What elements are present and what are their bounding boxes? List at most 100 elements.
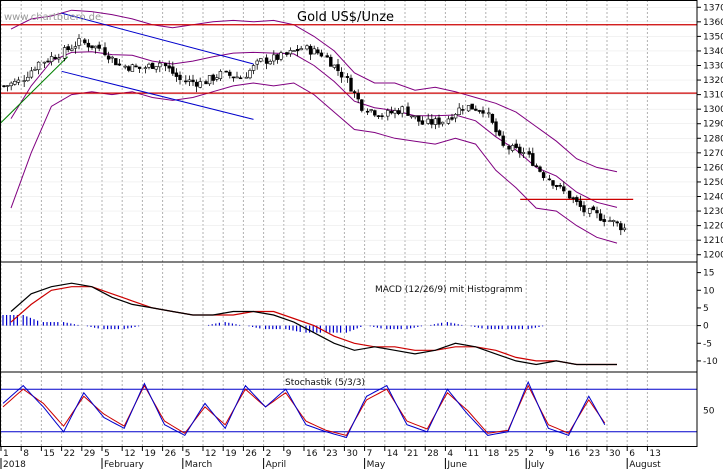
candle-body xyxy=(457,107,461,115)
x-tick-label: 16 xyxy=(569,449,581,459)
candle-body xyxy=(329,56,333,67)
candle-body xyxy=(339,71,344,78)
candle-body xyxy=(360,99,364,111)
candle-body xyxy=(26,76,30,82)
candle-body xyxy=(272,54,276,62)
candle-body xyxy=(554,185,559,187)
bollinger-lower xyxy=(10,82,618,244)
candle-body xyxy=(5,85,10,87)
candle-body xyxy=(558,185,562,187)
month-label: March xyxy=(185,460,212,469)
candle-body xyxy=(215,77,219,80)
x-tick-label: 28 xyxy=(427,449,439,459)
candle-body xyxy=(409,115,414,118)
candle-body xyxy=(406,106,410,116)
x-tick-label: 25 xyxy=(508,449,519,459)
candle-body xyxy=(571,197,575,199)
candle-body xyxy=(268,61,272,65)
candle-body xyxy=(29,70,34,78)
candle-body xyxy=(312,48,316,55)
macd-tick-label: -5 xyxy=(703,339,712,349)
candle-body xyxy=(373,110,377,116)
candle-body xyxy=(437,117,441,125)
candle-body xyxy=(275,54,280,60)
candle-body xyxy=(352,91,357,93)
candle-body xyxy=(547,178,552,181)
candle-body xyxy=(527,151,531,155)
macd-label: MACD (12/26/9) mit Histogramm xyxy=(375,285,523,295)
candle-body xyxy=(207,75,212,85)
candle-body xyxy=(420,120,425,125)
price-tick-label: 1280 xyxy=(703,134,723,144)
candle-body xyxy=(46,60,50,63)
x-tick-label: 2 xyxy=(266,449,272,459)
candle-body xyxy=(396,110,401,115)
price-tick-label: 1320 xyxy=(703,76,723,86)
chart-svg: 1200121012201230124012501260127012801290… xyxy=(0,0,723,469)
x-tick-label: 12 xyxy=(124,449,135,459)
candle-body xyxy=(531,153,535,166)
price-tick-label: 1200 xyxy=(703,251,723,261)
price-tick-label: 1240 xyxy=(703,193,723,203)
candle-body xyxy=(453,114,458,119)
x-tick-label: 23 xyxy=(326,449,337,459)
candle-body xyxy=(77,38,81,46)
macd-tick-label: 5 xyxy=(703,304,709,314)
candle-body xyxy=(611,220,616,222)
month-label: August xyxy=(629,460,661,469)
candle-body xyxy=(171,66,175,74)
x-tick-label: 4 xyxy=(447,449,453,459)
candle-body xyxy=(154,66,158,70)
candle-body xyxy=(622,227,627,231)
candle-body xyxy=(259,58,263,62)
candle-body xyxy=(369,109,373,111)
uptrend-line xyxy=(0,56,69,125)
price-tick-label: 1270 xyxy=(703,149,723,159)
candle-body xyxy=(224,70,228,73)
x-tick-label: 26 xyxy=(165,449,177,459)
candle-body xyxy=(235,76,239,79)
candle-body xyxy=(430,119,434,125)
x-tick-label: 15 xyxy=(43,449,54,459)
candle-body xyxy=(228,71,232,76)
price-tick-label: 1310 xyxy=(703,91,723,101)
candle-body xyxy=(187,79,192,82)
candle-body xyxy=(130,64,135,72)
candle-body xyxy=(567,190,572,199)
macd-tick-label: 0 xyxy=(703,322,709,332)
candle-body xyxy=(238,77,243,80)
candle-body xyxy=(490,113,495,123)
x-tick-label: 11 xyxy=(468,449,479,459)
stoch-tick-label: 50 xyxy=(703,407,715,417)
candle-body xyxy=(191,79,195,83)
x-tick-label: 6 xyxy=(629,449,635,459)
candle-body xyxy=(53,56,57,60)
candle-body xyxy=(2,85,6,88)
candle-body xyxy=(389,110,394,114)
candle-body xyxy=(231,76,236,79)
candle-body xyxy=(57,57,61,60)
candle-body xyxy=(562,186,566,192)
candle-body xyxy=(588,208,592,214)
candle-body xyxy=(534,165,539,168)
price-tick-label: 1290 xyxy=(703,120,723,130)
x-tick-label: 19 xyxy=(144,449,156,459)
price-tick-label: 1350 xyxy=(703,32,723,42)
candle-body xyxy=(413,115,417,118)
candle-body xyxy=(541,172,546,179)
candle-body xyxy=(251,65,256,71)
candle-body xyxy=(608,220,612,222)
candle-body xyxy=(134,65,138,68)
x-tick-label: 8 xyxy=(23,449,29,459)
x-tick-label: 16 xyxy=(306,449,318,459)
macd-tick-label: -10 xyxy=(703,357,718,367)
candle-body xyxy=(365,110,370,113)
bollinger-upper xyxy=(10,9,618,173)
price-tick-label: 1260 xyxy=(703,163,723,173)
candle-body xyxy=(264,57,269,64)
x-tick-label: 1 xyxy=(3,449,9,459)
x-tick-label: 5 xyxy=(104,449,110,459)
candle-body xyxy=(106,55,111,60)
candle-body xyxy=(518,146,522,154)
watermark: www.chartbuero.de xyxy=(4,12,101,23)
